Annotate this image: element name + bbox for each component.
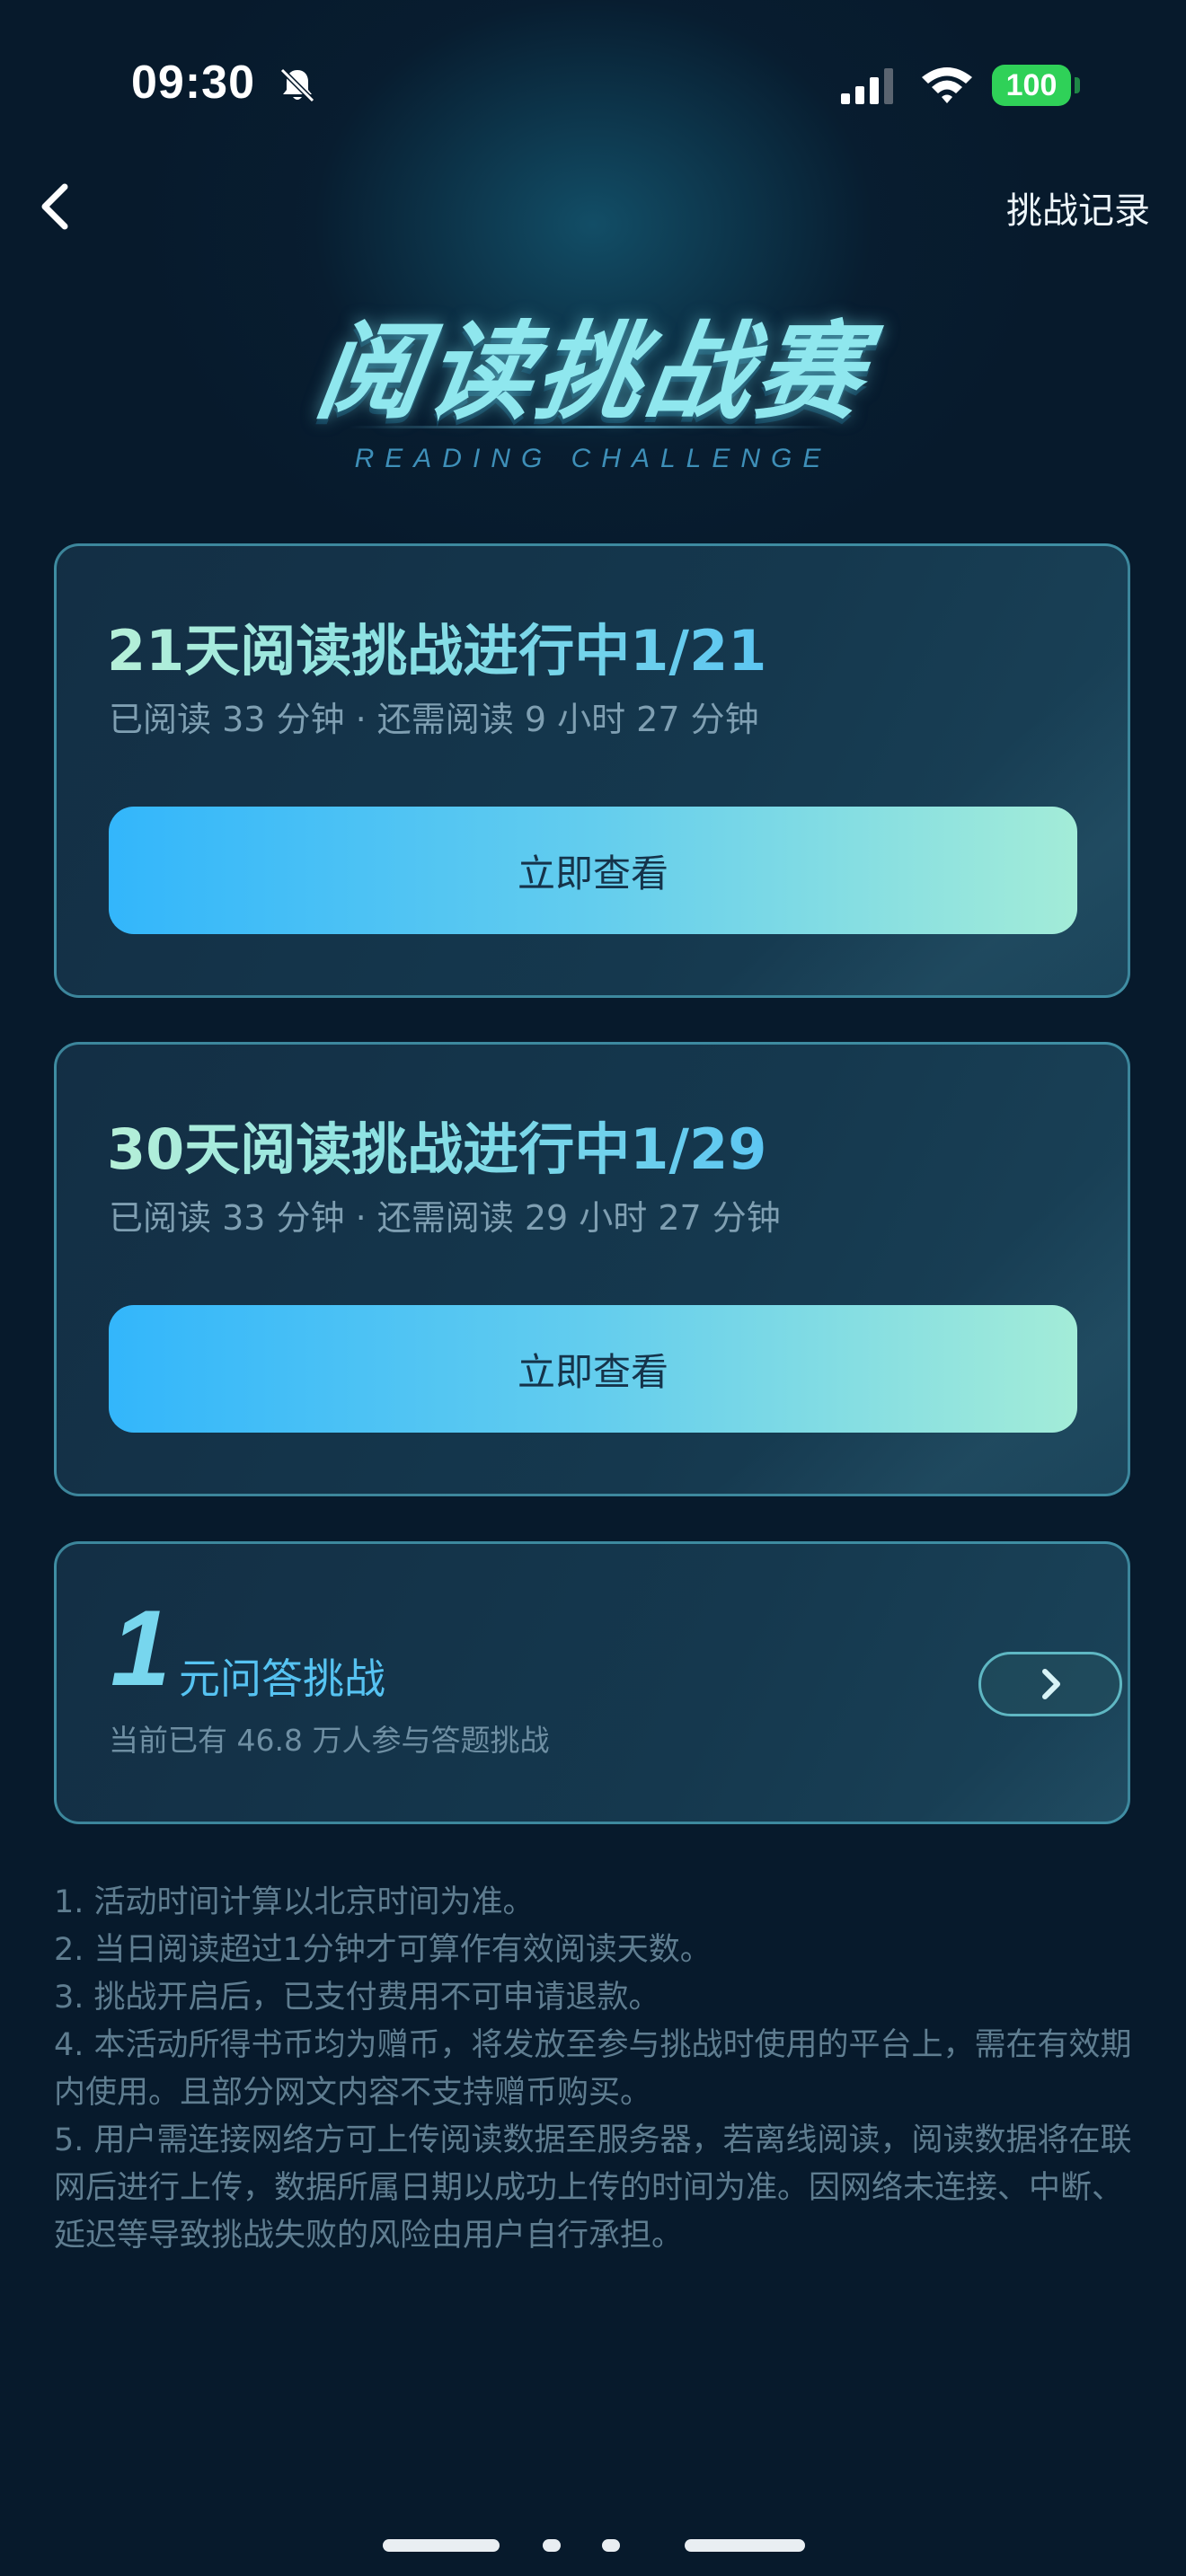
challenge-card-30-day: 30天阅读挑战进行中1/29 已阅读 33 分钟 · 还需阅读 29 小时 27… [54,1042,1130,1496]
chevron-left-icon [41,183,68,230]
signal-icon [841,68,893,104]
home-indicator-segment [383,2539,500,2552]
hero-divider [349,426,834,428]
rule-item: 3. 挑战开启后，已支付费用不可申请退款。 [54,1980,660,2016]
quiz-challenge-card[interactable]: 1 元问答挑战 当前已有 46.8 万人参与答题挑战 [54,1541,1130,1824]
quiz-title: 元问答挑战 [179,1654,385,1703]
quiz-amount: 1 [111,1588,171,1708]
home-indicator-segment [543,2539,561,2552]
home-indicator-segment [602,2539,620,2552]
status-bar: 09:30 100 [0,0,1186,171]
bell-slash-icon [279,67,315,103]
quiz-participants: 当前已有 46.8 万人参与答题挑战 [109,1723,550,1758]
battery-level: 100 [1005,67,1058,102]
challenge-progress: 已阅读 33 分钟 · 还需阅读 29 小时 27 分钟 [109,1198,781,1238]
view-now-button[interactable]: 立即查看 [109,807,1077,934]
hero-subtitle: READING CHALLENGE [354,444,832,473]
battery-cap [1075,77,1080,93]
rule-item: 4. 本活动所得书币均为赠币，将发放至参与挑战时使用的平台上，需在有效期内使用。… [54,2027,1132,2111]
home-indicator-segment [685,2539,805,2552]
chevron-right-icon [1042,1669,1060,1699]
battery-icon: 100 [992,65,1071,106]
status-time: 09:30 [131,57,255,109]
home-indicator[interactable] [383,2539,805,2552]
challenge-card-21-day: 21天阅读挑战进行中1/21 已阅读 33 分钟 · 还需阅读 9 小时 27 … [54,543,1130,998]
hero-title: 阅读挑战赛 [308,310,875,434]
view-now-button[interactable]: 立即查看 [109,1305,1077,1433]
quiz-enter-button[interactable] [978,1652,1122,1716]
back-button[interactable] [22,167,86,244]
challenge-title: 30天阅读挑战进行中1/29 [107,1104,766,1185]
challenge-records-link[interactable]: 挑战记录 [1006,181,1150,234]
wifi-icon [922,67,972,103]
rule-item: 2. 当日阅读超过1分钟才可算作有效阅读天数。 [54,1932,712,1968]
rule-item: 5. 用户需连接网络方可上传阅读数据至服务器，若离线阅读，阅读数据将在联网后进行… [54,2122,1132,2254]
rules-list: 1. 活动时间计算以北京时间为准。 2. 当日阅读超过1分钟才可算作有效阅读天数… [54,1879,1143,2260]
challenge-progress: 已阅读 33 分钟 · 还需阅读 9 小时 27 分钟 [109,700,759,739]
rule-item: 1. 活动时间计算以北京时间为准。 [54,1884,535,1920]
challenge-title: 21天阅读挑战进行中1/21 [107,605,766,686]
